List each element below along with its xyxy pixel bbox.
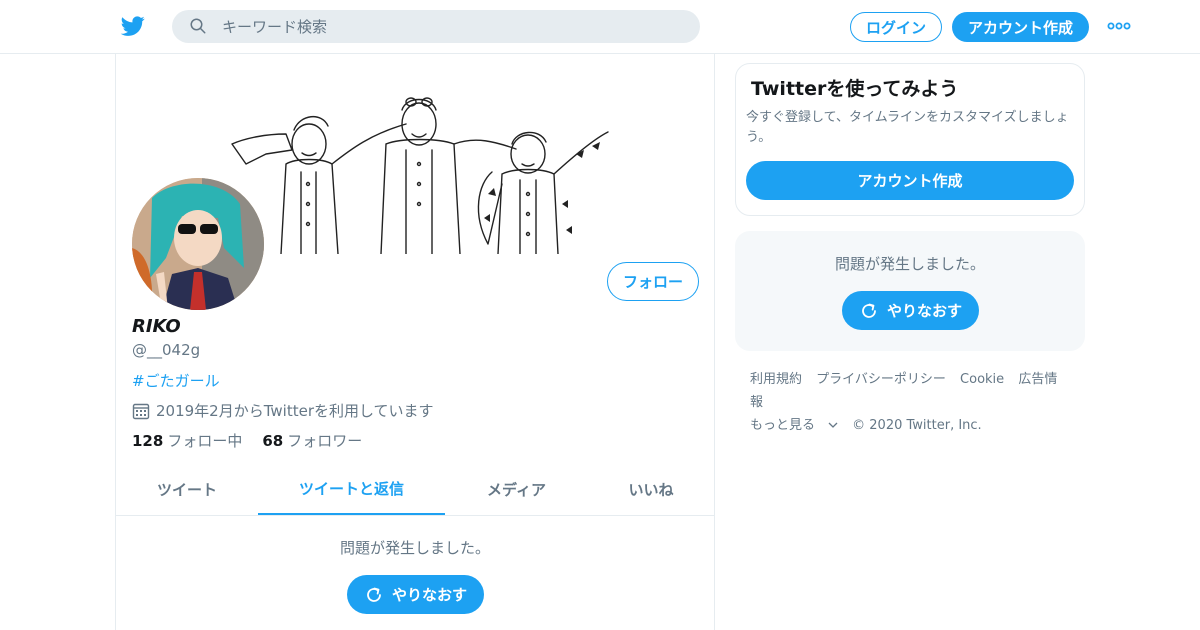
footer-more-label: もっと見る xyxy=(750,418,816,433)
signup-card-button[interactable]: アカウント作成 xyxy=(746,161,1074,200)
retry-label: やりなおす xyxy=(391,586,467,604)
tab-tweets-and-replies[interactable]: ツイートと返信 xyxy=(258,463,445,515)
sidebar-error-box: 問題が発生しました。 やりなおす xyxy=(735,231,1085,351)
top-navigation-bar: ログイン アカウント作成 xyxy=(0,0,1200,54)
refresh-icon xyxy=(367,587,381,602)
following-label: フォロー中 xyxy=(167,432,243,450)
following-count: 128 xyxy=(132,432,164,450)
tab-media[interactable]: メディア xyxy=(445,463,588,515)
footer-copyright: © 2020 Twitter, Inc. xyxy=(852,418,982,433)
profile-tabs: ツイート ツイートと返信 メディア いいね xyxy=(116,463,714,516)
chevron-down-icon xyxy=(828,422,838,428)
footer-more-link[interactable]: もっと見る xyxy=(750,418,838,433)
signup-card-description: 今すぐ登録して、タイムラインをカスタマイズしましょう。 xyxy=(746,110,1069,145)
avatar-illustration xyxy=(132,178,264,310)
profile-column: フォロー RIKO @__042g #ごたガール 2019年2月からTwitte… xyxy=(115,54,715,630)
login-button[interactable]: ログイン xyxy=(850,12,942,42)
footer-second-row: もっと見る © 2020 Twitter, Inc. xyxy=(750,414,1080,437)
timeline-retry-button[interactable]: やりなおす xyxy=(347,575,484,614)
joined-date: 2019年2月からTwitterを利用しています xyxy=(132,400,434,421)
follow-button[interactable]: フォロー xyxy=(607,262,699,301)
footer-link-cookie[interactable]: Cookie xyxy=(960,372,1004,387)
twitter-bird-icon[interactable] xyxy=(120,14,146,38)
retry-label: やりなおす xyxy=(886,302,962,320)
followers-label: フォロワー xyxy=(287,432,363,450)
sidebar-error-text: 問題が発生しました。 xyxy=(834,255,985,273)
profile-name: RIKO xyxy=(132,316,181,337)
signup-button[interactable]: アカウント作成 xyxy=(952,12,1089,42)
footer-link-privacy[interactable]: プライバシーポリシー xyxy=(816,372,946,387)
search-icon xyxy=(190,18,206,34)
timeline-error-text: 問題が発生しました。 xyxy=(339,539,490,557)
joined-text: 2019年2月からTwitterを利用しています xyxy=(156,402,434,420)
signup-card-title: Twitterを使ってみよう xyxy=(751,78,959,100)
search-input[interactable] xyxy=(222,10,682,43)
followers-count: 68 xyxy=(262,432,284,450)
tab-tweets[interactable]: ツイート xyxy=(116,463,258,515)
footer-link-terms[interactable]: 利用規約 xyxy=(750,372,802,387)
sidebar-footer: 利用規約 プライバシーポリシー Cookie 広告情報 もっと見る © 2020… xyxy=(750,368,1080,437)
following-stat[interactable]: 128 フォロー中 xyxy=(132,430,242,451)
refresh-icon xyxy=(862,303,876,318)
calendar-icon xyxy=(132,403,150,419)
footer-links-row: 利用規約 プライバシーポリシー Cookie 広告情報 xyxy=(750,368,1080,414)
follow-stats: 128 フォロー中 68 フォロワー xyxy=(132,430,382,451)
signup-card: Twitterを使ってみよう 今すぐ登録して、タイムラインをカスタマイズしましょ… xyxy=(735,63,1085,216)
profile-avatar[interactable] xyxy=(130,176,266,312)
sidebar-retry-button[interactable]: やりなおす xyxy=(842,291,979,330)
search-box[interactable] xyxy=(172,10,700,43)
tab-likes[interactable]: いいね xyxy=(588,463,714,515)
profile-handle: @__042g xyxy=(132,341,201,359)
more-dots-icon[interactable] xyxy=(1107,18,1131,34)
bio-hashtag-link[interactable]: #ごたガール xyxy=(132,370,220,391)
followers-stat[interactable]: 68 フォロワー xyxy=(262,430,362,451)
